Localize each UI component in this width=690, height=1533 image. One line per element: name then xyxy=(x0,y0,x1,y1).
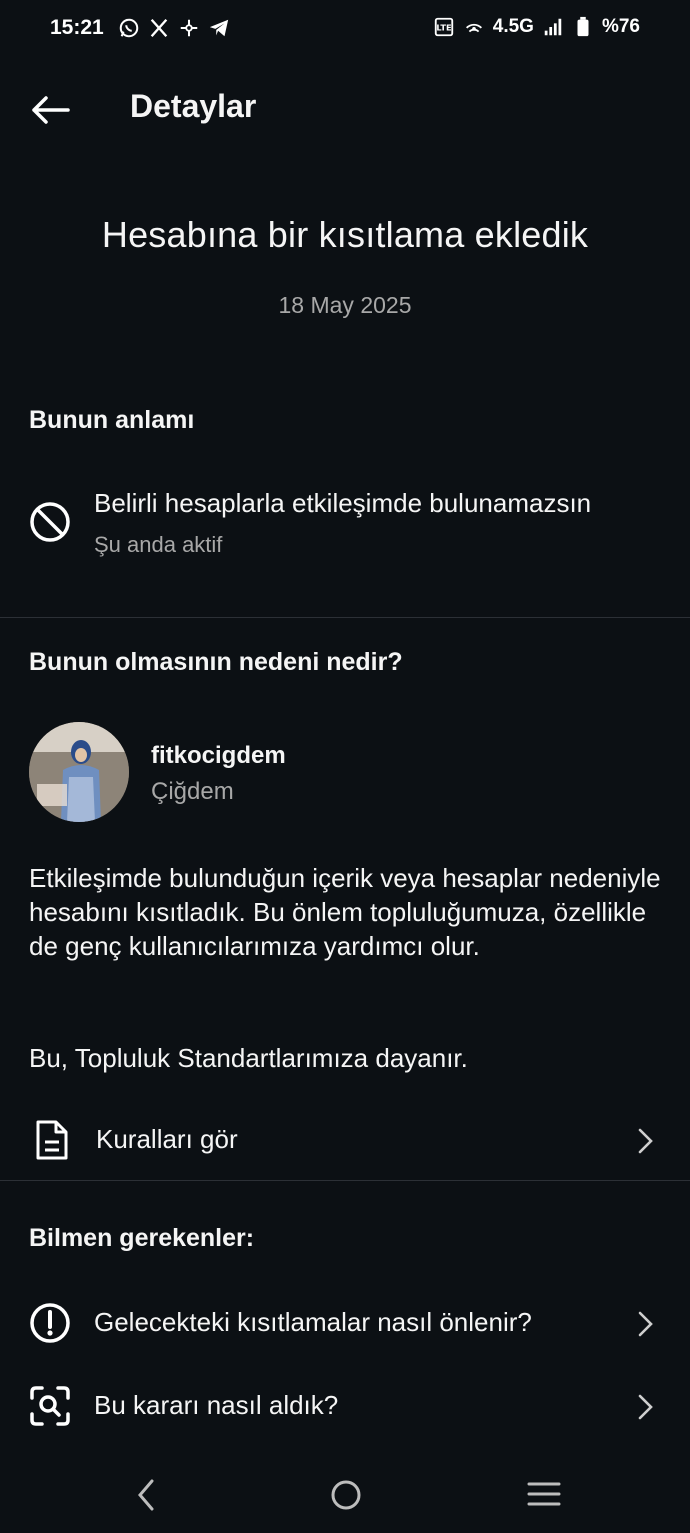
page-title: Detaylar xyxy=(130,88,257,124)
standards-text: Bu, Topluluk Standartlarımıza dayanır. xyxy=(29,1043,468,1073)
battery-level: %76 xyxy=(601,16,640,37)
network-type: 4.5G xyxy=(492,16,534,37)
nav-menu-icon[interactable] xyxy=(526,1479,562,1509)
alert-circle-icon xyxy=(30,1303,70,1343)
status-time: 15:21 xyxy=(50,16,104,39)
search-scan-icon xyxy=(30,1386,70,1426)
decision-row[interactable]: Bu kararı nasıl aldık? xyxy=(0,1366,690,1446)
restriction-title: Hesabına bir kısıtlama ekledik xyxy=(101,214,589,255)
meaning-item-status: Şu anda aktif xyxy=(94,532,223,557)
block-icon xyxy=(30,502,70,542)
know-item-label: Bu kararı nasıl aldık? xyxy=(94,1390,339,1420)
know-heading: Bilmen gerekenler: xyxy=(29,1224,255,1252)
status-bar: 15:21 LTE 4.5G %76 xyxy=(0,0,690,58)
restriction-date: 18 May 2025 xyxy=(278,292,412,318)
arrow-left-icon[interactable] xyxy=(28,88,72,132)
rules-link-row[interactable]: Kuralları gör xyxy=(0,1100,690,1180)
reason-paragraph: Etkileşimde bulunduğun içerik veya hesap… xyxy=(29,863,661,961)
account-username[interactable]: fitkocigdem xyxy=(151,742,286,770)
know-item-label: Gelecekteki kısıtlamalar nasıl önlenir? xyxy=(94,1307,532,1337)
nav-back-icon[interactable] xyxy=(132,1477,162,1513)
account-name: Çiğdem xyxy=(151,778,234,805)
avatar[interactable] xyxy=(29,722,129,822)
reason-heading: Bunun olmasının nedeni nedir? xyxy=(29,648,403,676)
prevent-restrictions-row[interactable]: Gelecekteki kısıtlamalar nasıl önlenir? xyxy=(0,1283,690,1363)
avatar-image xyxy=(29,722,129,822)
chevron-right-icon xyxy=(638,1311,653,1337)
chevron-right-icon xyxy=(638,1394,653,1420)
status-right: LTE 4.5G %76 xyxy=(433,16,640,38)
telegram-icon xyxy=(209,19,229,37)
divider xyxy=(0,617,690,618)
whatsapp-icon xyxy=(119,18,139,38)
svg-text:LTE: LTE xyxy=(436,23,452,33)
document-icon xyxy=(36,1120,68,1160)
divider xyxy=(0,1180,690,1181)
nav-home-icon[interactable] xyxy=(328,1477,364,1513)
hotspot-icon xyxy=(465,23,482,33)
rules-link-label: Kuralları gör xyxy=(96,1124,238,1154)
notification-icons xyxy=(118,17,230,39)
meaning-heading: Bunun anlamı xyxy=(29,406,195,434)
x-icon xyxy=(150,18,168,38)
system-nav-bar xyxy=(0,1465,690,1533)
volte-icon: LTE xyxy=(434,17,453,37)
battery-icon xyxy=(577,16,589,37)
app-icon xyxy=(180,19,198,37)
chevron-right-icon xyxy=(638,1128,653,1154)
signal-icon xyxy=(544,18,562,36)
meaning-item-label: Belirli hesaplarla etkileşimde bulunamaz… xyxy=(94,488,592,518)
